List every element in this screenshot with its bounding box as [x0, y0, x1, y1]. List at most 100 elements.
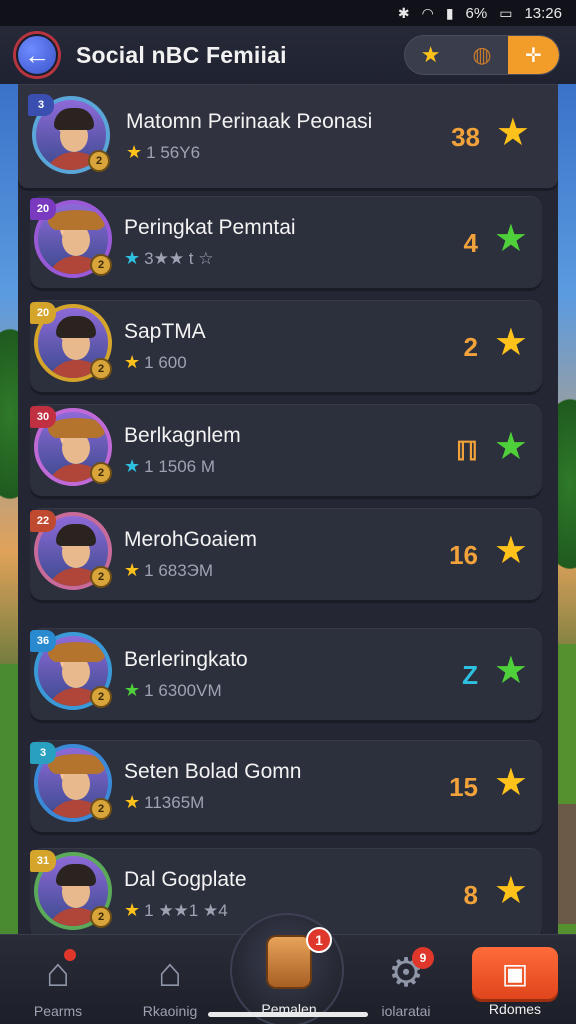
player-score: 2 — [463, 332, 478, 362]
nav-item-settings[interactable]: ⚙ 9 iolaratai — [356, 947, 456, 1019]
player-score: Z — [462, 660, 478, 690]
star-icon: ★ — [124, 456, 141, 476]
leaderboard-list[interactable]: 3 2 Matomn Perinaak Peonasi ★ 1 56Y6 38 ★… — [18, 84, 558, 934]
nav-label: iolaratai — [381, 1003, 431, 1019]
filter-toggle: ★ ◍ ✛ — [404, 35, 560, 75]
rank-tag: 22 — [30, 510, 56, 532]
bottom-navigation: ⌂ Pearms ⌂ Rkaoinig 1 Pemalen ⚙ 9 iolarat… — [0, 913, 576, 1024]
rank-tag: 20 — [30, 302, 56, 324]
player-name: Berleringkato — [124, 648, 248, 671]
player-stats-value: 1 683ЭM — [144, 561, 214, 580]
player-stats-value: 11365M — [144, 793, 205, 812]
treasure-icon — [268, 937, 310, 987]
player-name: Dal Gogplate — [124, 868, 247, 891]
signal-icon: ▮ — [445, 4, 454, 21]
star-icon: ★ — [124, 352, 141, 372]
player-stats-value: 1 ★★1 ★4 — [144, 901, 228, 920]
player-name: SapTMA — [124, 320, 206, 343]
level-badge-icon: 2 — [90, 358, 112, 380]
rank-tag: 36 — [30, 630, 56, 652]
bluetooth-icon: ✱ — [397, 4, 410, 21]
top-bar: ← Social nBC Femiiai ★ ◍ ✛ — [0, 26, 576, 84]
rank-tag: 30 — [30, 406, 56, 428]
player-score: 16 — [449, 540, 478, 570]
page-title: Social nBC Femiiai — [76, 41, 287, 68]
player-stats: ★ 1 ★★1 ★4 — [124, 900, 228, 921]
player-avatar-wrap: 22 2 — [30, 510, 112, 590]
rank-star-icon: ★ — [493, 530, 528, 572]
nav-label: Pearms — [33, 1003, 83, 1019]
home-indicator[interactable] — [208, 1012, 368, 1017]
battery-icon: ▭ — [499, 4, 513, 21]
player-score: 4 — [463, 228, 478, 258]
status-bar: ✱ ◠ ▮ 6% ▭ 13:26 — [0, 0, 576, 26]
status-time: 13:26 — [524, 4, 562, 22]
notification-dot — [64, 949, 77, 961]
player-stats-value: 1 56Y6 — [146, 143, 201, 162]
star-icon: ★ — [124, 900, 141, 920]
player-name: Berlkagnlem — [124, 424, 241, 447]
shop-button[interactable]: ▣ — [472, 947, 558, 999]
gear-icon: ⚙ 9 — [388, 947, 434, 997]
rank-star-icon: ★ — [493, 870, 528, 912]
player-stats: ★ 1 6300VM — [124, 680, 222, 701]
level-badge-icon: 2 — [90, 462, 112, 484]
rank-tag: 3 — [30, 742, 56, 764]
wifi-icon: ◠ — [421, 4, 434, 21]
player-stats: ★ 11365M — [124, 792, 204, 813]
player-stats: ★ 1 56Y6 — [126, 142, 200, 163]
player-stats: ★ 1 600 — [124, 352, 187, 373]
level-badge-icon: 2 — [90, 566, 112, 588]
player-score: ℿ — [455, 436, 478, 466]
nav-item-home[interactable]: ⌂ Pearms — [8, 949, 108, 1019]
leaderboard-row[interactable]: 22 2 MerohGoaiem ★ 1 683ЭM 16 ★ — [30, 508, 542, 600]
nav-label: Rdomes — [488, 1001, 542, 1017]
star-icon: ★ — [124, 560, 141, 580]
player-name: MerohGoaiem — [124, 528, 258, 551]
pot-filter-button[interactable]: ◍ — [456, 36, 507, 74]
rank-tag: 20 — [30, 198, 56, 220]
level-badge-icon: 2 — [88, 150, 110, 172]
level-badge-icon: 2 — [90, 798, 112, 820]
battery-percent: 6% — [465, 4, 488, 22]
leaderboard-row[interactable]: 3 2 Matomn Perinaak Peonasi ★ 1 56Y6 38 ★ — [18, 84, 558, 188]
rank-star-icon: ★ — [493, 218, 528, 260]
compass-filter-button[interactable]: ✛ — [507, 36, 559, 74]
star-icon: ★ — [124, 680, 141, 700]
rank-star-icon: ★ — [493, 650, 528, 692]
rank-tag: 3 — [28, 94, 54, 116]
back-arrow-icon: ← — [24, 40, 50, 70]
player-avatar-wrap: 3 2 — [30, 742, 112, 822]
nav-item-base[interactable]: ⌂ Rkaoinig — [120, 949, 220, 1019]
shop-icon: ▣ — [501, 957, 529, 989]
player-stats: ★ 3★★ t ☆ — [124, 248, 214, 269]
nav-item-center[interactable]: 1 Pemalen — [230, 913, 344, 1024]
player-avatar-wrap: 36 2 — [30, 630, 112, 710]
level-badge-icon: 2 — [90, 686, 112, 708]
player-avatar-wrap: 31 2 — [30, 850, 112, 930]
player-stats-value: 1 1506 M — [144, 457, 216, 476]
player-avatar-wrap: 3 2 — [28, 94, 110, 174]
player-avatar-wrap: 20 2 — [30, 302, 112, 382]
star-icon: ★ — [124, 248, 141, 268]
notification-badge: 1 — [306, 927, 332, 953]
leaderboard-row[interactable]: 20 2 SapTMA ★ 1 600 2 ★ — [30, 300, 542, 392]
leaderboard-row[interactable]: 3 2 Seten Bolad Gomn ★ 11365M 15 ★ — [30, 740, 542, 832]
back-button[interactable]: ← — [16, 34, 58, 76]
rank-star-icon: ★ — [493, 426, 528, 468]
player-stats-value: 1 600 — [144, 353, 187, 372]
notification-badge: 9 — [411, 947, 434, 969]
star-filter-button[interactable]: ★ — [405, 36, 456, 74]
star-icon: ★ — [126, 142, 143, 162]
player-stats-value: 1 6300VM — [144, 681, 222, 700]
nav-label: Rkaoinig — [142, 1003, 198, 1019]
star-icon: ★ — [124, 792, 141, 812]
house-icon: ⌂ — [157, 951, 183, 995]
player-name: Seten Bolad Gomn — [124, 760, 302, 783]
level-badge-icon: 2 — [90, 906, 112, 928]
leaderboard-row[interactable]: 30 2 Berlkagnlem ★ 1 1506 M ℿ ★ — [30, 404, 542, 496]
leaderboard-row[interactable]: 36 2 Berleringkato ★ 1 6300VM Z ★ — [30, 628, 542, 720]
home-icon: ⌂ — [46, 949, 77, 997]
leaderboard-row[interactable]: 20 2 Peringkat Pemntai ★ 3★★ t ☆ 4 ★ — [30, 196, 542, 288]
player-name: Peringkat Pemntai — [124, 216, 296, 239]
